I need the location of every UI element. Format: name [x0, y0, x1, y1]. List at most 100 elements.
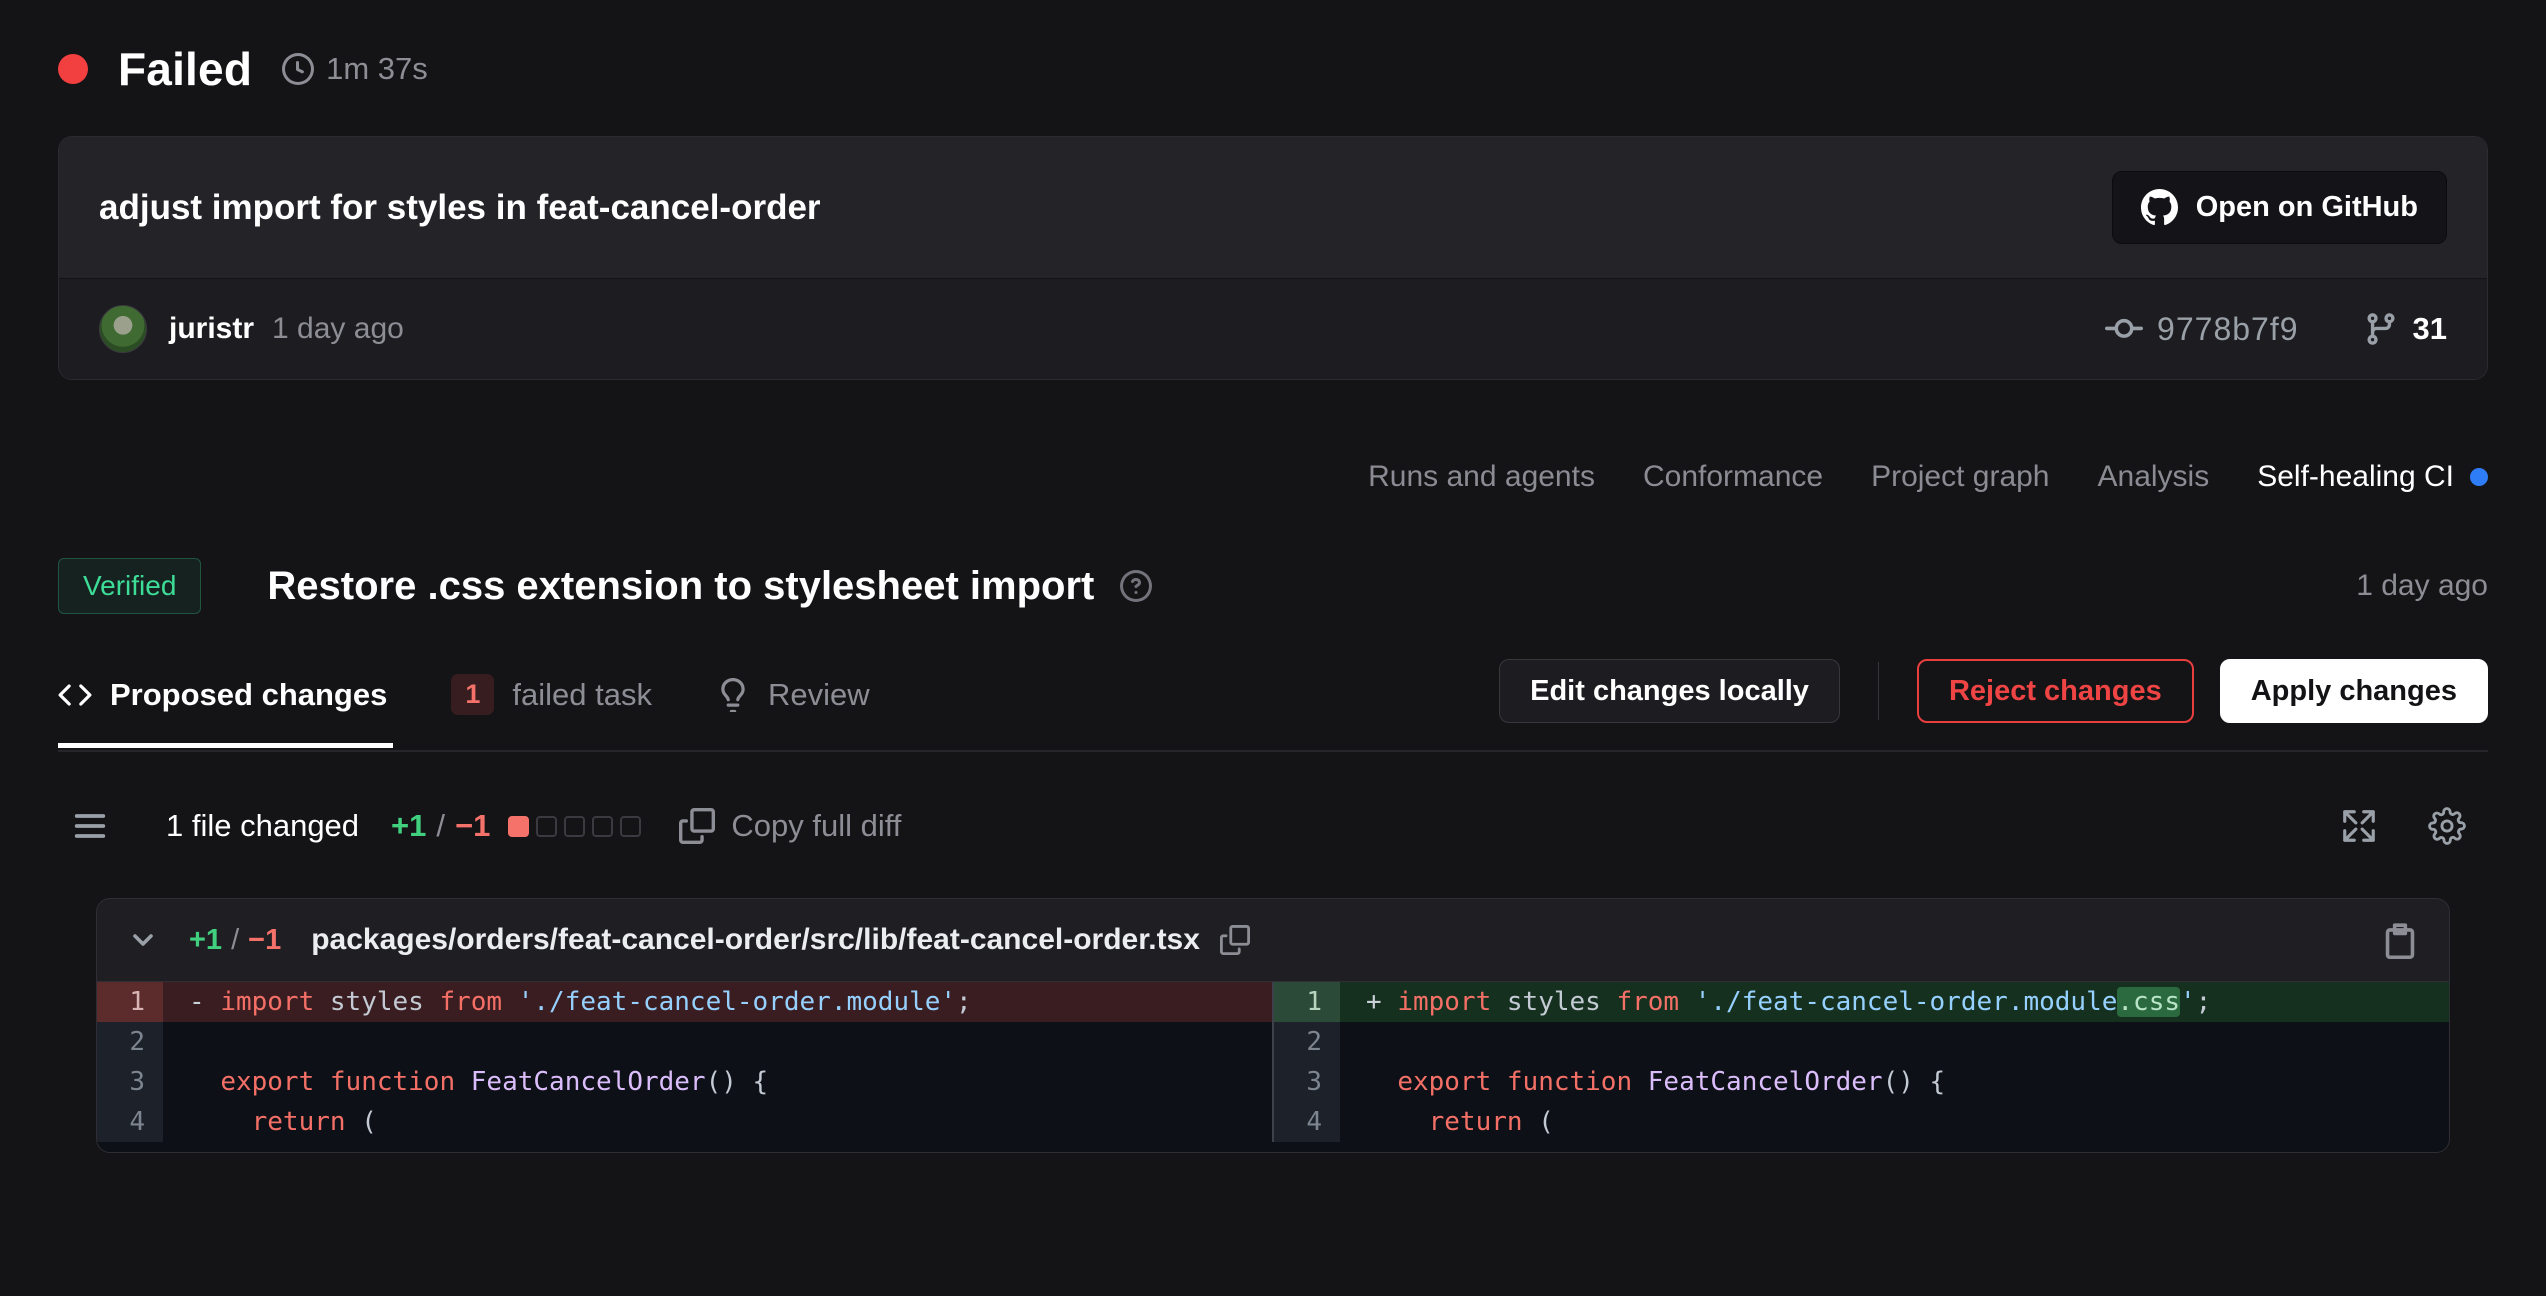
code-line: 3 export function FeatCancelOrder() { — [97, 1062, 1272, 1102]
top-nav: Runs and agents Conformance Project graph A… — [58, 460, 2488, 494]
code-line: 1- import styles from './feat-cancel-ord… — [97, 982, 1272, 1022]
code-token — [1679, 987, 1695, 1017]
code-text: - import styles from './feat-cancel-orde… — [163, 982, 1272, 1022]
file-path: packages/orders/feat-cancel-order/src/li… — [311, 923, 1200, 957]
tab-failed-label: failed task — [512, 677, 652, 713]
verified-badge: Verified — [58, 558, 201, 614]
code-token: function — [330, 1067, 455, 1097]
line-number: 3 — [97, 1062, 163, 1102]
code-token: from — [1616, 987, 1679, 1017]
run-duration: 1m 37s — [326, 51, 428, 87]
code-line: 4 return ( — [1274, 1102, 2449, 1142]
tab-proposed-changes[interactable]: Proposed changes — [58, 651, 393, 748]
status-title: Failed — [118, 42, 252, 96]
status-header: Failed 1m 37s — [58, 42, 2488, 96]
failed-count-badge: 1 — [451, 674, 494, 715]
copy-icon — [679, 808, 715, 844]
code-text: return ( — [163, 1102, 1272, 1142]
branch-count[interactable]: 31 — [2413, 311, 2447, 347]
expand-fullscreen-icon[interactable] — [2340, 807, 2378, 845]
code-text — [1340, 1022, 2449, 1062]
active-nav-dot-icon — [2470, 468, 2488, 486]
code-token — [1366, 1067, 1397, 1097]
code-token: export — [1397, 1067, 1491, 1097]
deletions-count: −1 — [455, 808, 490, 844]
code-token: return — [252, 1107, 346, 1137]
nav-item-runs-and-agents[interactable]: Runs and agents — [1368, 460, 1595, 494]
settings-gear-icon[interactable] — [2428, 807, 2466, 845]
github-icon — [2141, 189, 2178, 226]
code-token — [189, 1107, 252, 1137]
diff-block-empty — [564, 816, 585, 837]
diff-pane-new: 1+ import styles from './feat-cancel-ord… — [1274, 982, 2449, 1142]
diff-pane-old: 1- import styles from './feat-cancel-ord… — [97, 982, 1274, 1142]
code-token — [1491, 1067, 1507, 1097]
file-additions: +1 — [189, 924, 222, 957]
commit-message: adjust import for styles in feat-cancel-… — [99, 188, 821, 228]
code-token — [455, 1067, 471, 1097]
code-token: () { — [706, 1067, 769, 1097]
line-number: 1 — [97, 982, 163, 1022]
nav-item-project-graph[interactable]: Project graph — [1871, 460, 2049, 494]
chevron-down-icon[interactable] — [127, 924, 159, 956]
additions-count: +1 — [391, 808, 426, 844]
code-token: styles — [1491, 987, 1616, 1017]
code-token: FeatCancelOrder — [471, 1067, 706, 1097]
code-token: function — [1507, 1067, 1632, 1097]
tab-failed-task[interactable]: 1 failed task — [451, 648, 658, 750]
diff-block-empty — [536, 816, 557, 837]
code-token: + — [1366, 987, 1397, 1017]
diff-block-empty — [592, 816, 613, 837]
code-text: export function FeatCancelOrder() { — [1340, 1062, 2449, 1102]
code-token: () { — [1883, 1067, 1946, 1097]
reject-changes-button[interactable]: Reject changes — [1917, 659, 2194, 723]
failed-status-icon — [58, 54, 88, 84]
diff-block-deletion — [508, 816, 529, 837]
diff-blocks — [508, 816, 641, 837]
clock-icon — [282, 53, 314, 85]
code-token: ; — [2196, 987, 2212, 1017]
edit-changes-locally-button[interactable]: Edit changes locally — [1499, 659, 1840, 723]
code-token: styles — [314, 987, 439, 1017]
code-token: from — [439, 987, 502, 1017]
files-changed-label: 1 file changed — [166, 808, 359, 844]
fix-header: Verified Restore .css extension to style… — [58, 558, 2488, 614]
code-token: .css — [2117, 987, 2180, 1017]
code-token: './feat-cancel-order.module — [1695, 987, 2118, 1017]
diff-file-header: +1 / −1 packages/orders/feat-cancel-orde… — [97, 899, 2449, 981]
code-text: return ( — [1340, 1102, 2449, 1142]
commit-hash[interactable]: 9778b7f9 — [2157, 311, 2298, 348]
code-token: import — [1397, 987, 1491, 1017]
nav-item-self-healing-ci[interactable]: Self-healing CI — [2257, 460, 2488, 494]
copy-file-diff-icon[interactable] — [2381, 921, 2419, 959]
line-number: 2 — [97, 1022, 163, 1062]
tab-review-label: Review — [768, 677, 870, 713]
file-deletions: −1 — [248, 924, 281, 957]
code-token — [314, 1067, 330, 1097]
copy-path-icon[interactable] — [1220, 925, 1250, 955]
commit-time: 1 day ago — [272, 312, 404, 346]
nav-item-label: Analysis — [2098, 460, 2210, 494]
tab-review[interactable]: Review — [716, 651, 876, 748]
diff-code-area: 1- import styles from './feat-cancel-ord… — [97, 981, 2449, 1152]
code-line: 1+ import styles from './feat-cancel-ord… — [1274, 982, 2449, 1022]
apply-changes-button[interactable]: Apply changes — [2220, 659, 2488, 723]
line-number: 4 — [97, 1102, 163, 1142]
tabs-row: Proposed changes 1 failed task Review Ed… — [58, 648, 2488, 752]
git-commit-icon — [2105, 310, 2143, 348]
nav-item-conformance[interactable]: Conformance — [1643, 460, 1823, 494]
code-token: return — [1429, 1107, 1523, 1137]
open-on-github-button[interactable]: Open on GitHub — [2112, 171, 2447, 244]
code-line: 2 — [1274, 1022, 2449, 1062]
code-token: ( — [346, 1107, 377, 1137]
copy-full-diff-button[interactable]: Copy full diff — [679, 808, 901, 844]
nav-item-analysis[interactable]: Analysis — [2098, 460, 2210, 494]
nav-item-label: Conformance — [1643, 460, 1823, 494]
git-branch-icon — [2363, 311, 2399, 347]
help-icon[interactable] — [1120, 570, 1152, 602]
code-token: export — [220, 1067, 314, 1097]
author-name: juristr — [169, 312, 254, 346]
line-number: 4 — [1274, 1102, 1340, 1142]
fix-title: Restore .css extension to stylesheet imp… — [267, 564, 1094, 609]
file-list-menu-icon[interactable] — [70, 806, 110, 846]
